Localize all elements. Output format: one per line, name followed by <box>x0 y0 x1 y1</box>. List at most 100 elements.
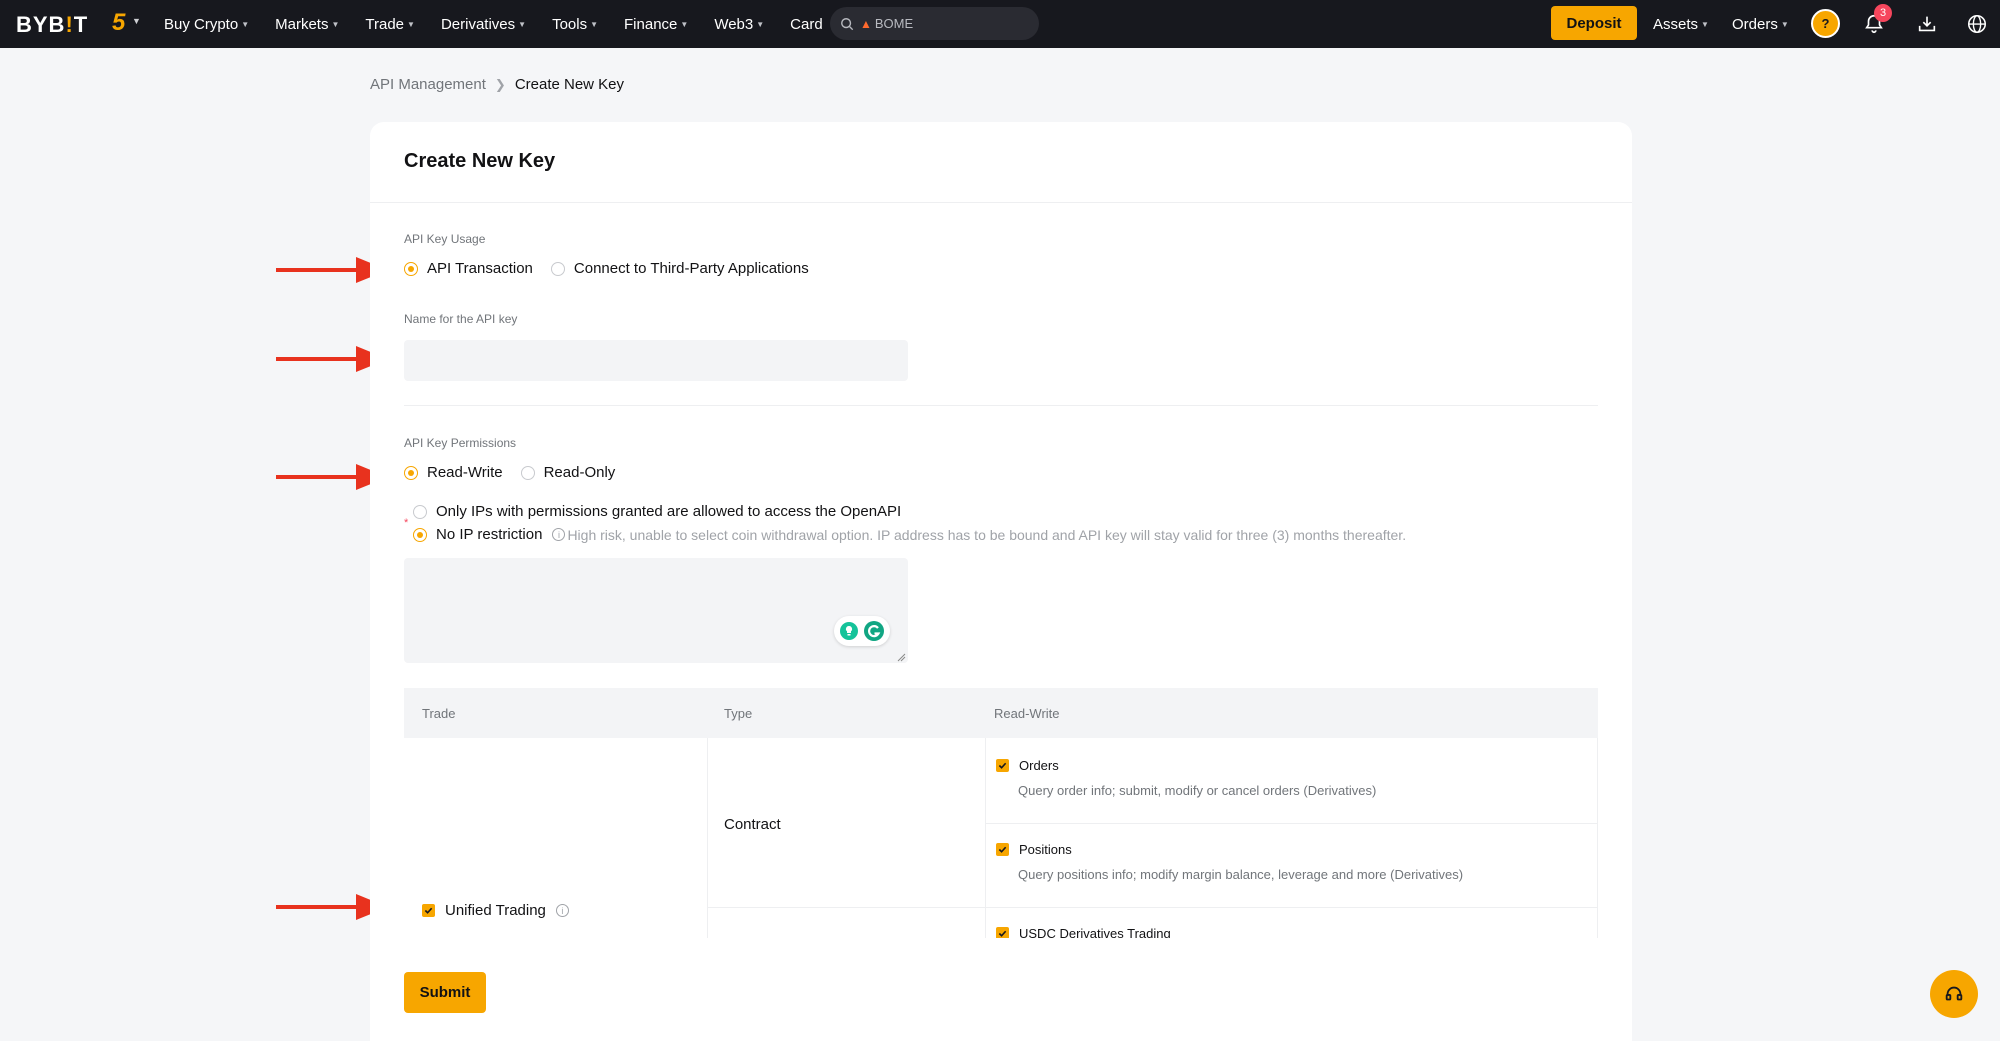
permission-orders[interactable]: Orders Query order info; submit, modify … <box>996 758 1376 798</box>
type-contract: Contract <box>724 816 781 833</box>
info-icon: i <box>552 528 566 541</box>
breadcrumb-api-management[interactable]: API Management <box>370 76 486 93</box>
menu-buy-crypto[interactable]: Buy Crypto ▼ <box>164 16 249 33</box>
menu-card[interactable]: Card <box>790 16 823 33</box>
permission-positions-label: Positions <box>1019 842 1072 857</box>
chevron-down-icon: ▼ <box>756 19 765 29</box>
create-key-card: Create New Key API Key Usage API Transac… <box>370 122 1632 1041</box>
unified-trading-checkbox[interactable]: Unified Trading i <box>422 902 571 919</box>
menu-web3[interactable]: Web3 ▼ <box>714 16 764 33</box>
avatar[interactable]: ? <box>1811 9 1840 38</box>
orders-menu[interactable]: Orders ▼ <box>1732 0 1789 48</box>
divider <box>707 738 708 938</box>
no-ip-restriction-option[interactable]: No IP restriction i High risk, unable to… <box>413 526 1406 543</box>
permission-positions-desc: Query positions info; modify margin bala… <box>1018 867 1464 882</box>
permissions-table: Trade Type Read-Write Unified Trading i … <box>404 688 1598 938</box>
radio-label-third-party[interactable]: Connect to Third-Party Applications <box>574 260 809 277</box>
fire-icon: ▲ <box>860 16 872 31</box>
radio-label-api-transaction[interactable]: API Transaction <box>427 260 533 277</box>
breadcrumb: API Management ❯ Create New Key <box>370 76 624 93</box>
search-bar[interactable]: ▲ BOME <box>830 7 1039 40</box>
search-trending-text: BOME <box>874 16 914 31</box>
api-key-name-input[interactable] <box>404 340 908 381</box>
radio-label-no-ip-restriction[interactable]: No IP restriction <box>436 526 542 543</box>
globe-icon <box>1967 14 1987 34</box>
chevron-down-icon[interactable]: ▼ <box>132 16 141 26</box>
anniversary-five-logo[interactable]: 5 <box>112 9 125 37</box>
main-menu: Buy Crypto ▼ Markets ▼ Trade ▼ Derivatives ▼… <box>164 0 849 48</box>
checkbox-checked-icon[interactable] <box>422 904 435 917</box>
headset-icon <box>1945 986 1963 1001</box>
radio-api-transaction[interactable] <box>404 261 418 276</box>
menu-tools[interactable]: Tools ▼ <box>552 16 598 33</box>
table-header: Trade Type Read-Write <box>404 688 1598 738</box>
chevron-down-icon: ▼ <box>241 19 250 29</box>
chevron-down-icon: ▼ <box>331 19 340 29</box>
notification-count-badge: 3 <box>1874 4 1892 22</box>
api-key-name-label: Name for the API key <box>404 312 518 326</box>
chevron-down-icon: ▼ <box>518 19 527 29</box>
ip-restricted-option[interactable]: Only IPs with permissions granted are al… <box>413 503 901 520</box>
chevron-down-icon: ▼ <box>1701 19 1709 29</box>
radio-ip-restricted[interactable] <box>413 504 427 519</box>
bybit-logo[interactable]: BYB!T <box>16 12 88 38</box>
top-navbar: BYB!T 5 ▼ Buy Crypto ▼ Markets ▼ Trade ▼ De… <box>0 0 2000 48</box>
search-icon <box>841 17 854 30</box>
chevron-down-icon: ▼ <box>590 19 599 29</box>
resize-grip-icon[interactable] <box>896 652 906 662</box>
page-title: Create New Key <box>404 150 556 172</box>
ip-risk-hint-text: High risk, unable to select coin withdra… <box>567 526 1407 543</box>
permission-positions[interactable]: Positions Query positions info; modify m… <box>996 842 1463 882</box>
language-button[interactable] <box>1963 10 1991 38</box>
checkbox-checked-icon[interactable] <box>996 843 1009 856</box>
radio-read-write[interactable] <box>404 465 418 480</box>
download-button[interactable] <box>1913 10 1941 38</box>
api-key-permissions-label: API Key Permissions <box>404 436 517 450</box>
permission-group: Read-Write Read-Only <box>404 464 615 481</box>
divider <box>370 202 1632 203</box>
menu-trade[interactable]: Trade ▼ <box>365 16 415 33</box>
permission-usdc-derivatives-label: USDC Derivatives Trading <box>1019 926 1171 938</box>
api-key-usage-group: API Transaction Connect to Third-Party A… <box>404 260 809 277</box>
header-read-write: Read-Write <box>994 706 1060 721</box>
ip-address-textarea[interactable] <box>404 558 908 663</box>
menu-derivatives[interactable]: Derivatives ▼ <box>441 16 526 33</box>
info-icon[interactable]: i <box>555 904 569 917</box>
grammarly-icon <box>864 621 884 641</box>
divider <box>404 405 1598 406</box>
customer-support-button[interactable] <box>1930 970 1978 1018</box>
divider <box>1597 738 1598 938</box>
permission-orders-label: Orders <box>1019 758 1059 773</box>
permission-usdc-derivatives[interactable]: USDC Derivatives Trading <box>996 926 1171 938</box>
unified-trading-label: Unified Trading <box>445 902 546 919</box>
api-key-usage-label: API Key Usage <box>404 232 486 246</box>
divider <box>985 738 986 938</box>
submit-button[interactable]: Submit <box>404 972 486 1013</box>
assets-menu[interactable]: Assets ▼ <box>1653 0 1709 48</box>
breadcrumb-current: Create New Key <box>514 76 625 93</box>
grammarly-widget[interactable] <box>834 616 890 646</box>
radio-label-read-only[interactable]: Read-Only <box>544 464 616 481</box>
header-type: Type <box>724 706 753 721</box>
radio-label-read-write[interactable]: Read-Write <box>427 464 503 481</box>
divider <box>707 907 1597 908</box>
checkbox-checked-icon[interactable] <box>996 759 1009 772</box>
chevron-right-icon: ❯ <box>494 76 506 92</box>
radio-label-ip-restricted[interactable]: Only IPs with permissions granted are al… <box>436 503 901 520</box>
permission-orders-desc: Query order info; submit, modify or canc… <box>1018 783 1377 798</box>
header-trade: Trade <box>422 706 456 721</box>
download-icon <box>1918 16 1936 32</box>
chevron-down-icon: ▼ <box>407 19 415 29</box>
chevron-down-icon: ▼ <box>680 19 689 29</box>
radio-read-only[interactable] <box>520 465 535 480</box>
radio-third-party[interactable] <box>550 261 565 276</box>
deposit-button[interactable]: Deposit <box>1551 6 1637 40</box>
required-marker: * <box>404 517 409 529</box>
menu-markets[interactable]: Markets ▼ <box>275 16 339 33</box>
chevron-down-icon: ▼ <box>1780 19 1789 29</box>
checkbox-checked-icon[interactable] <box>996 927 1009 938</box>
lightbulb-icon <box>840 622 858 640</box>
radio-no-ip-restriction[interactable] <box>413 527 427 542</box>
ip-risk-hint: i High risk, unable to select coin withd… <box>552 527 1406 543</box>
menu-finance[interactable]: Finance ▼ <box>624 16 688 33</box>
